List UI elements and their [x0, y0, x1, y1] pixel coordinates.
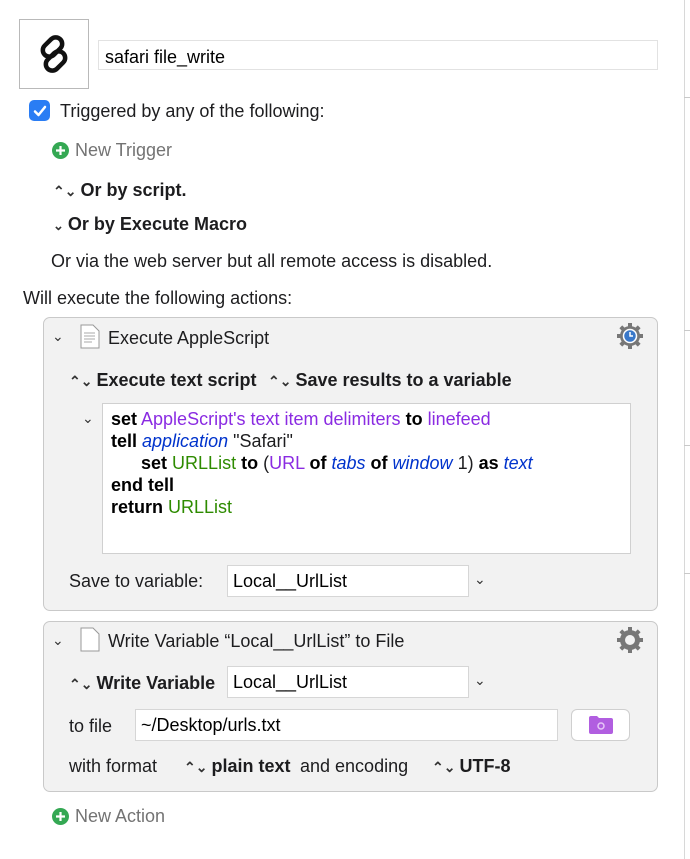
new-trigger-button[interactable]: New Trigger [75, 140, 172, 161]
script-line: tell application "Safari" [111, 431, 293, 451]
script-line: set URLList to (URL of tabs of window 1)… [141, 453, 533, 473]
save-variable-field[interactable]: Local__UrlList [227, 565, 469, 597]
write-source-label: Write Variable [96, 673, 216, 693]
variable-menu-chevron-icon[interactable]: ⌄ [474, 571, 486, 588]
script-collapse-chevron-icon[interactable]: ⌄ [82, 410, 94, 427]
write-source-popup[interactable]: ⌃⌄ Write Variable [69, 673, 215, 694]
new-trigger-plus-icon[interactable] [52, 142, 69, 159]
execute-mode-label: Execute text script [96, 370, 257, 390]
by-script-label: Or by script. [80, 180, 187, 200]
macro-name-field[interactable]: safari file_write [98, 40, 658, 70]
execute-mode-popup[interactable]: ⌃⌄ Execute text script [69, 370, 257, 391]
triggered-checkbox[interactable] [29, 100, 50, 121]
result-mode-label: Save results to a variable [295, 370, 512, 390]
edge-tick [684, 330, 690, 331]
edge-tick [684, 573, 690, 574]
updown-chevron-icon: ⌃⌄ [268, 373, 292, 389]
edge-tick [684, 445, 690, 446]
script-line: end tell [111, 475, 175, 495]
by-script-toggle[interactable]: ⌃⌄ Or by script. [53, 180, 187, 201]
macro-icon-well[interactable] [19, 19, 89, 89]
action1-title: Execute AppleScript [108, 328, 270, 348]
encoding-popup[interactable]: ⌃⌄ UTF-8 [432, 756, 510, 777]
encoding-label: and encoding [300, 756, 409, 776]
variable-menu-chevron-icon[interactable]: ⌄ [474, 672, 486, 689]
script-line: set AppleScript's text item delimiters t… [111, 409, 491, 429]
updown-chevron-icon: ⌃⌄ [69, 676, 93, 692]
updown-chevron-icon: ⌃⌄ [53, 183, 77, 199]
by-execute-macro-toggle[interactable]: ⌄ Or by Execute Macro [53, 214, 247, 235]
by-execute-macro-label: Or by Execute Macro [67, 214, 247, 234]
checkmark-icon [33, 105, 46, 116]
script-document-icon [80, 324, 100, 349]
web-server-note: Or via the web server but all remote acc… [51, 251, 493, 271]
gear-icon[interactable] [615, 625, 645, 655]
new-action-button[interactable]: New Action [75, 806, 165, 827]
result-mode-popup[interactable]: ⌃⌄ Save results to a variable [268, 370, 512, 391]
chevron-down-icon: ⌄ [53, 218, 64, 233]
new-action-plus-icon[interactable] [52, 808, 69, 825]
file-path-field[interactable]: ~/Desktop/urls.txt [135, 709, 558, 741]
format-popup[interactable]: ⌃⌄ plain text [184, 756, 290, 777]
triggered-label: Triggered by any of the following: [60, 101, 325, 121]
gear-clock-icon[interactable] [615, 321, 645, 351]
document-icon [80, 627, 100, 652]
collapse-chevron-icon[interactable]: ⌄ [52, 328, 64, 345]
action2-title: Write Variable “Local__UrlList” to File [108, 631, 405, 651]
write-variable-field[interactable]: Local__UrlList [227, 666, 469, 698]
encoding-value: UTF-8 [459, 756, 511, 776]
choose-folder-button[interactable] [571, 709, 630, 741]
save-to-variable-label: Save to variable: [69, 571, 204, 591]
updown-chevron-icon: ⌃⌄ [184, 759, 208, 775]
format-value: plain text [211, 756, 291, 776]
edge-tick [684, 97, 690, 98]
link-icon [40, 35, 68, 73]
folder-icon [588, 716, 613, 734]
with-format-label: with format [69, 756, 158, 776]
applescript-editor[interactable]: set AppleScript's text item delimiters t… [102, 403, 631, 554]
actions-header: Will execute the following actions: [23, 288, 293, 308]
updown-chevron-icon: ⌃⌄ [432, 759, 456, 775]
updown-chevron-icon: ⌃⌄ [69, 373, 93, 389]
window-edge [684, 0, 685, 859]
collapse-chevron-icon[interactable]: ⌄ [52, 632, 64, 649]
to-file-label: to file [69, 716, 113, 736]
script-line: return URLList [111, 497, 233, 517]
